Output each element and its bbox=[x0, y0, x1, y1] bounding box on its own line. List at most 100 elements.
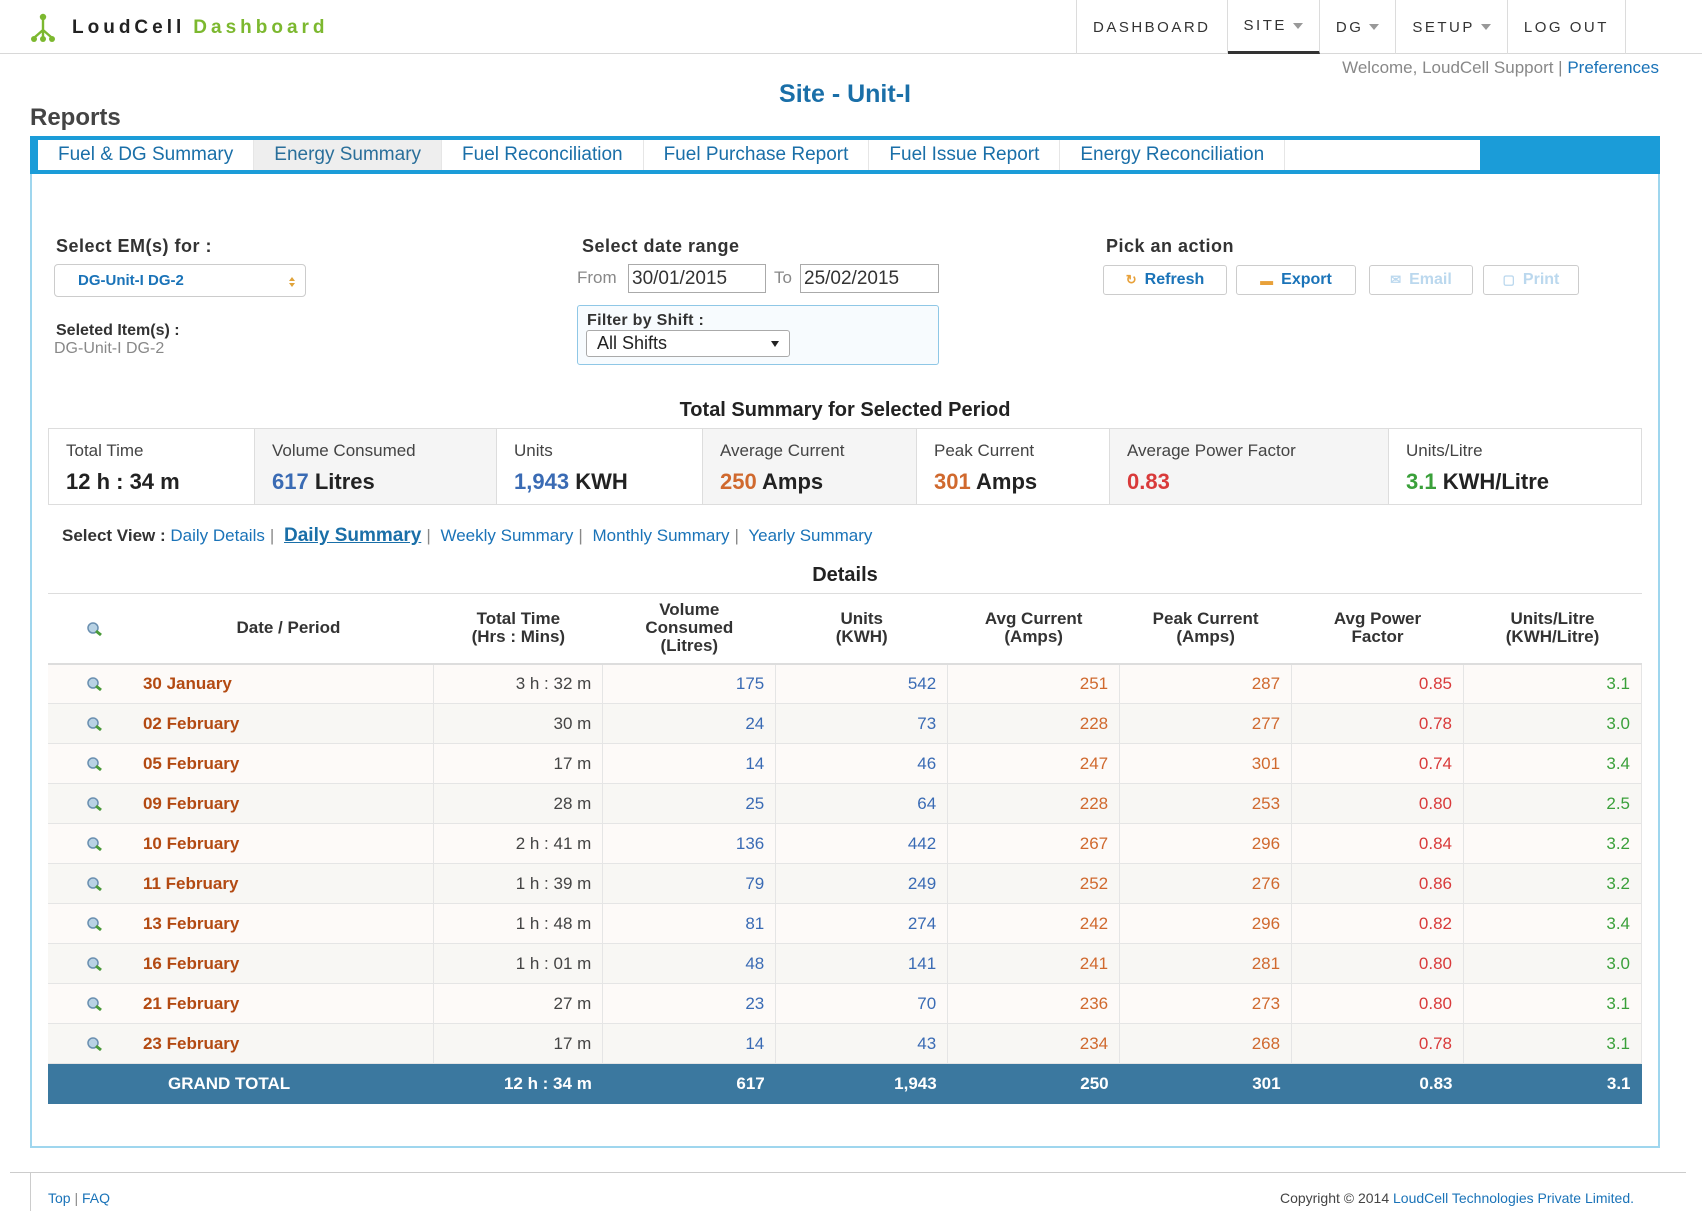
row-expand-cell[interactable] bbox=[48, 983, 143, 1024]
row-power-factor: 0.80 bbox=[1291, 983, 1464, 1024]
header-units-per-litre[interactable]: Units/Litre (KWH/Litre) bbox=[1463, 593, 1642, 665]
row-avg-current: 252 bbox=[947, 863, 1121, 904]
tab-energy-reconciliation[interactable]: Energy Reconciliation bbox=[1060, 140, 1286, 170]
row-power-factor: 0.85 bbox=[1291, 663, 1464, 704]
row-date[interactable]: 09 February bbox=[142, 783, 435, 824]
view-weekly-summary[interactable]: Weekly Summary bbox=[440, 526, 573, 545]
export-button[interactable]: ▬ Export bbox=[1236, 265, 1356, 295]
row-peak-current: 287 bbox=[1119, 663, 1293, 704]
row-date[interactable]: 30 January bbox=[142, 663, 435, 704]
row-expand-cell[interactable] bbox=[48, 863, 143, 904]
row-date[interactable]: 23 February bbox=[142, 1023, 435, 1064]
row-total-time: 30 m bbox=[433, 703, 604, 744]
magnifier-icon bbox=[87, 677, 103, 692]
em-select[interactable]: DG-Unit-I DG-2 bbox=[54, 264, 306, 297]
tab-energy-summary[interactable]: Energy Summary bbox=[254, 140, 443, 170]
em-select-value: DG-Unit-I DG-2 bbox=[78, 272, 184, 289]
header-text: (KWH) bbox=[835, 627, 888, 647]
tab-fuel-dg-summary[interactable]: Fuel & DG Summary bbox=[38, 140, 255, 170]
header-avg-current[interactable]: Avg Current (Amps) bbox=[947, 593, 1120, 665]
table-row: 05 February 17 m 14 46 247 301 0.74 3.4 bbox=[48, 743, 1643, 784]
email-button[interactable]: ✉ Email bbox=[1369, 265, 1473, 295]
row-volume: 23 bbox=[602, 983, 777, 1024]
nav-site[interactable]: SITE bbox=[1227, 0, 1320, 54]
row-avg-current: 234 bbox=[947, 1023, 1121, 1064]
row-units-per-litre: 3.0 bbox=[1463, 943, 1643, 984]
row-date[interactable]: 02 February bbox=[142, 703, 435, 744]
row-total-time: 27 m bbox=[433, 983, 604, 1024]
company-link[interactable]: LoudCell Technologies Private Limited. bbox=[1393, 1190, 1634, 1206]
shift-select[interactable]: All Shifts bbox=[586, 330, 790, 357]
header-date-period[interactable]: Date / Period bbox=[142, 593, 434, 665]
row-peak-current: 268 bbox=[1119, 1023, 1293, 1064]
row-peak-current: 301 bbox=[1119, 743, 1293, 784]
row-expand-cell[interactable] bbox=[48, 1023, 143, 1064]
row-expand-cell[interactable] bbox=[48, 943, 143, 984]
grand-total-units: 1,943 bbox=[775, 1063, 948, 1104]
row-volume: 14 bbox=[602, 1023, 777, 1064]
nav-setup[interactable]: SETUP bbox=[1396, 0, 1508, 54]
row-units: 274 bbox=[775, 903, 949, 944]
row-expand-cell[interactable] bbox=[48, 903, 143, 944]
row-expand-cell[interactable] bbox=[48, 703, 143, 744]
nav-logout[interactable]: LOG OUT bbox=[1508, 0, 1626, 54]
row-volume: 175 bbox=[602, 663, 777, 704]
summary-avg-power-factor: Average Power Factor 0.83 bbox=[1110, 429, 1389, 504]
view-daily-details[interactable]: Daily Details bbox=[170, 526, 264, 545]
row-date[interactable]: 05 February bbox=[142, 743, 435, 784]
row-date[interactable]: 10 February bbox=[142, 823, 435, 864]
preferences-link[interactable]: Preferences bbox=[1567, 58, 1659, 77]
from-date-input[interactable] bbox=[628, 264, 766, 293]
tab-fuel-purchase-report[interactable]: Fuel Purchase Report bbox=[644, 140, 870, 170]
row-avg-current: 251 bbox=[947, 663, 1121, 704]
header-expand[interactable] bbox=[48, 593, 143, 665]
row-expand-cell[interactable] bbox=[48, 783, 143, 824]
view-yearly-summary[interactable]: Yearly Summary bbox=[748, 526, 872, 545]
row-date[interactable]: 16 February bbox=[142, 943, 435, 984]
row-date[interactable]: 13 February bbox=[142, 903, 435, 944]
tab-fuel-reconciliation[interactable]: Fuel Reconciliation bbox=[442, 140, 644, 170]
row-units-per-litre: 2.5 bbox=[1463, 783, 1643, 824]
row-power-factor: 0.84 bbox=[1291, 823, 1464, 864]
row-avg-current: 241 bbox=[947, 943, 1121, 984]
row-total-time: 3 h : 32 m bbox=[433, 663, 604, 704]
row-peak-current: 296 bbox=[1119, 823, 1293, 864]
chevron-down-icon bbox=[771, 341, 779, 347]
row-total-time: 17 m bbox=[433, 1023, 604, 1064]
row-peak-current: 276 bbox=[1119, 863, 1293, 904]
from-label: From bbox=[577, 268, 617, 287]
top-navbar: LoudCell Dashboard DASHBOARD SITE DG SETU… bbox=[0, 0, 1702, 54]
print-button[interactable]: ▢ Print bbox=[1483, 265, 1579, 295]
row-date[interactable]: 11 February bbox=[142, 863, 435, 904]
top-link[interactable]: Top bbox=[48, 1190, 71, 1206]
row-power-factor: 0.82 bbox=[1291, 903, 1464, 944]
table-row: 09 February 28 m 25 64 228 253 0.80 2.5 bbox=[48, 783, 1643, 824]
row-expand-cell[interactable] bbox=[48, 823, 143, 864]
row-units: 46 bbox=[775, 743, 949, 784]
header-avg-power-factor[interactable]: Avg Power Factor bbox=[1291, 593, 1464, 665]
header-total-time[interactable]: Total Time (Hrs : Mins) bbox=[433, 593, 603, 665]
tab-fuel-issue-report[interactable]: Fuel Issue Report bbox=[869, 140, 1061, 170]
view-monthly-summary[interactable]: Monthly Summary bbox=[593, 526, 730, 545]
header-peak-current[interactable]: Peak Current (Amps) bbox=[1119, 593, 1292, 665]
details-table: Date / Period Total Time (Hrs : Mins) Vol… bbox=[48, 593, 1643, 1104]
grand-total-power-factor: 0.83 bbox=[1291, 1063, 1464, 1104]
header-units[interactable]: Units (KWH) bbox=[775, 593, 948, 665]
page-footer: Top | FAQ Copyright © 2014 LoudCell Tech… bbox=[10, 1172, 1686, 1211]
brand-logo[interactable]: LoudCell Dashboard bbox=[28, 12, 329, 44]
row-units-per-litre: 3.1 bbox=[1463, 983, 1643, 1024]
view-daily-summary[interactable]: Daily Summary bbox=[284, 525, 421, 546]
to-date-input[interactable] bbox=[800, 264, 939, 293]
row-expand-cell[interactable] bbox=[48, 743, 143, 784]
nav-dashboard[interactable]: DASHBOARD bbox=[1077, 0, 1228, 54]
nav-dg[interactable]: DG bbox=[1320, 0, 1397, 54]
shift-filter-label: Filter by Shift : bbox=[587, 312, 705, 329]
row-expand-cell[interactable] bbox=[48, 663, 143, 704]
row-peak-current: 296 bbox=[1119, 903, 1293, 944]
refresh-button[interactable]: ↻ Refresh bbox=[1103, 265, 1227, 295]
row-date[interactable]: 21 February bbox=[142, 983, 435, 1024]
shift-filter-box: Filter by Shift : All Shifts bbox=[577, 305, 939, 365]
faq-link[interactable]: FAQ bbox=[82, 1190, 110, 1206]
header-volume-consumed[interactable]: Volume Consumed (Litres) bbox=[602, 593, 776, 665]
row-units-per-litre: 3.2 bbox=[1463, 823, 1643, 864]
